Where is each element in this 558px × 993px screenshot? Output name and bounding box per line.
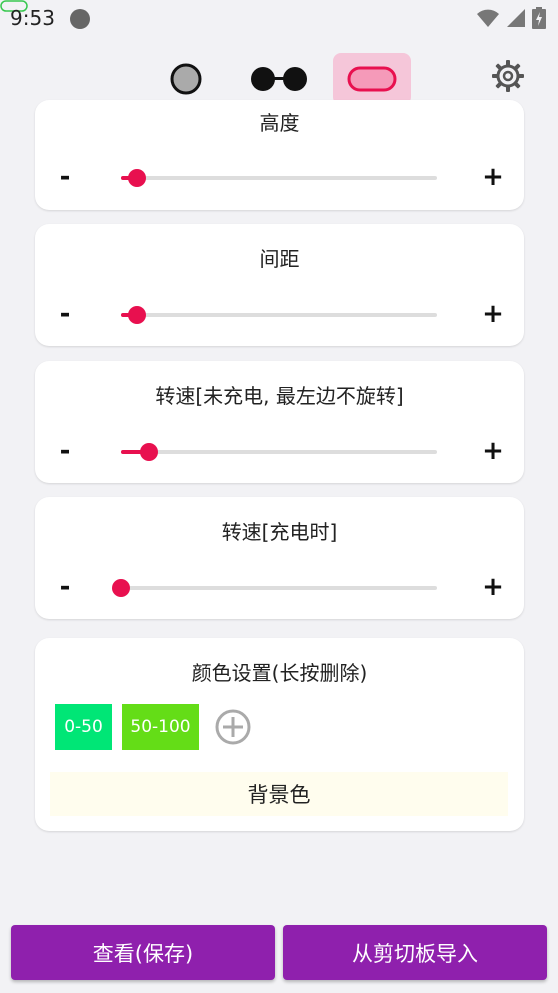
height-card: 高度 - + <box>35 100 524 210</box>
mode-circle-button[interactable] <box>147 53 225 105</box>
background-color-button[interactable]: 背景色 <box>50 772 508 816</box>
spacing-slider-row: - + <box>35 295 524 335</box>
height-increase-button[interactable]: + <box>478 162 508 192</box>
signal-icon <box>507 9 525 27</box>
speed-unplugged-slider-row: - + <box>35 432 524 472</box>
spacing-card: 间距 - + <box>35 224 524 346</box>
view-save-button[interactable]: 查看(保存) <box>11 925 275 980</box>
status-icons <box>476 7 546 29</box>
mode-pill-button[interactable] <box>333 53 411 105</box>
add-color-button[interactable] <box>215 709 251 745</box>
status-dot-icon <box>70 9 90 29</box>
height-title: 高度 <box>259 111 300 135</box>
speed-charging-slider-thumb[interactable] <box>112 579 130 597</box>
glasses-shape-icon <box>251 67 307 91</box>
gear-icon <box>492 60 524 92</box>
height-slider-row: - + <box>35 158 524 198</box>
spacing-slider[interactable] <box>121 306 437 324</box>
height-decrease-button[interactable]: - <box>50 162 80 192</box>
status-bar: 9:53 <box>0 0 558 38</box>
speed-unplugged-title: 转速[未充电, 最左边不旋转] <box>155 384 404 408</box>
spacing-decrease-button[interactable]: - <box>50 299 80 329</box>
wifi-icon <box>477 9 499 27</box>
color-settings-card: 颜色设置(长按删除) 0-50 50-100 背景色 <box>35 638 524 831</box>
import-clipboard-button[interactable]: 从剪切板导入 <box>283 925 547 980</box>
speed-charging-slider-row: - + <box>35 568 524 608</box>
speed-unplugged-decrease-button[interactable]: - <box>50 436 80 466</box>
spacing-slider-thumb[interactable] <box>127 306 146 324</box>
speed-charging-increase-button[interactable]: + <box>478 572 508 602</box>
speed-unplugged-slider-thumb[interactable] <box>140 443 159 461</box>
speed-unplugged-increase-button[interactable]: + <box>478 436 508 466</box>
settings-button[interactable] <box>488 56 528 96</box>
add-circle-icon <box>215 709 251 745</box>
speed-charging-title: 转速[充电时] <box>221 520 338 544</box>
mode-glasses-button[interactable] <box>240 53 318 105</box>
spacing-increase-button[interactable]: + <box>478 299 508 329</box>
speed-charging-slider[interactable] <box>112 579 437 597</box>
spacing-title: 间距 <box>259 247 300 271</box>
speed-unplugged-slider[interactable] <box>121 443 437 461</box>
height-slider[interactable] <box>121 169 437 187</box>
speed-charging-card: 转速[充电时] - + <box>35 497 524 619</box>
height-slider-thumb[interactable] <box>127 169 146 187</box>
speed-unplugged-card: 转速[未充电, 最左边不旋转] - + <box>35 361 524 483</box>
speed-charging-decrease-button[interactable]: - <box>50 572 80 602</box>
color-chip-0-50[interactable]: 0-50 <box>55 704 112 750</box>
color-settings-title: 颜色设置(长按删除) <box>191 661 368 685</box>
battery-charging-icon <box>532 7 546 29</box>
color-chip-50-100[interactable]: 50-100 <box>122 704 199 750</box>
status-time: 9:53 <box>10 6 55 30</box>
circle-shape-icon <box>170 63 202 95</box>
pill-shape-icon <box>347 66 397 92</box>
